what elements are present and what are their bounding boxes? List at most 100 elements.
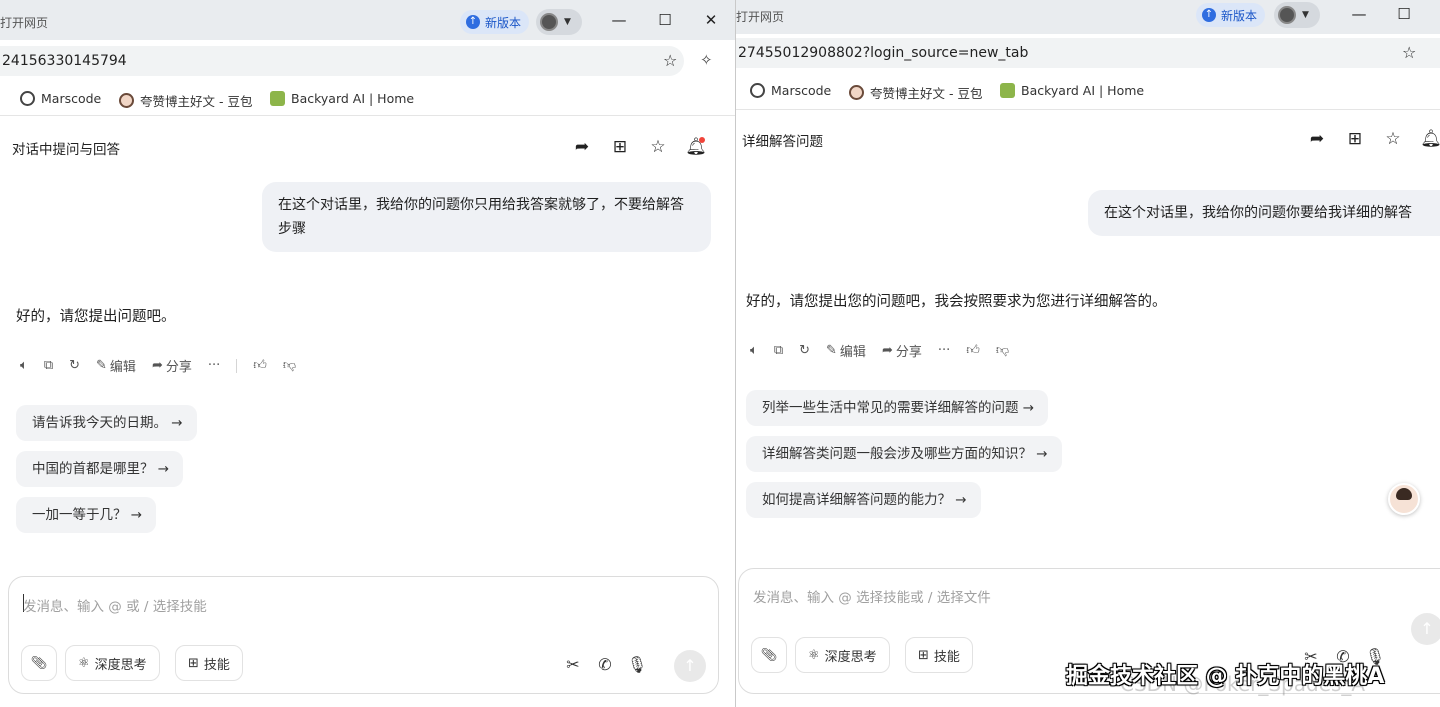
atom-icon: ⚛: [808, 647, 820, 663]
maximize-button[interactable]: ☐: [650, 8, 680, 32]
new-version-button[interactable]: ↑ 新版本: [460, 10, 530, 34]
bookmark-doubao[interactable]: 夸赞博主好文 - 豆包: [119, 91, 252, 110]
bookmark-doubao[interactable]: 夸赞博主好文 - 豆包: [849, 83, 982, 102]
new-chat-icon[interactable]: ⊞: [1336, 129, 1374, 149]
copy-icon[interactable]: ⧉: [44, 358, 53, 373]
chevron-down-icon: ▼: [1302, 10, 1309, 20]
star-icon[interactable]: ☆: [663, 51, 677, 70]
speaker-icon[interactable]: 🔈︎: [750, 343, 758, 358]
url-field[interactable]: 27455012908802?login_source=new_tab: [736, 38, 1440, 68]
backyard-icon: [270, 91, 285, 106]
bell-icon[interactable]: 🔔︎: [677, 137, 715, 157]
arrow-up-icon: ↑: [1420, 619, 1434, 638]
regenerate-icon[interactable]: ↻: [799, 343, 810, 358]
bookmark-marscode[interactable]: Marscode: [750, 83, 831, 98]
address-bar: 27455012908802?login_source=new_tab ☆: [736, 34, 1440, 74]
arrow-up-icon: ↑: [683, 656, 697, 675]
assistant-message: 好的，请您提出您的问题吧，我会按照要求为您进行详细解答的。: [746, 294, 1167, 310]
avatar: [1278, 6, 1296, 24]
copy-icon[interactable]: ⧉: [774, 343, 783, 358]
minimize-button[interactable]: —: [1344, 2, 1374, 26]
suggestion-chip[interactable]: 请告诉我今天的日期。 →: [16, 405, 197, 441]
bell-icon[interactable]: 🔔︎: [1412, 129, 1440, 149]
send-button[interactable]: ↑: [674, 650, 706, 682]
suggestion-chip[interactable]: 中国的首都是哪里？ →: [16, 451, 184, 487]
profile-button[interactable]: ▼: [536, 9, 582, 35]
star-icon[interactable]: ☆: [1402, 43, 1416, 62]
new-version-label: 新版本: [1221, 8, 1258, 23]
minimize-button[interactable]: —: [604, 8, 634, 32]
header-actions: ➦ ⊞ ☆ 🔔︎: [563, 137, 715, 157]
url-field[interactable]: 24156330145794: [0, 46, 684, 76]
window-title: 打开网页: [0, 16, 49, 30]
deep-think-button[interactable]: ⚛ 深度思考: [65, 645, 160, 681]
doubao-icon: [849, 85, 864, 100]
attach-button[interactable]: 📎︎: [21, 645, 57, 681]
thumbs-down-icon[interactable]: 👎︎: [996, 343, 1009, 358]
more-icon[interactable]: ···: [938, 343, 950, 358]
paperclip-icon: 📎︎: [30, 655, 48, 671]
phone-icon[interactable]: ✆: [589, 655, 621, 674]
address-bar: 24156330145794 ☆ ✧: [0, 40, 735, 82]
bookmark-backyard[interactable]: Backyard AI | Home: [1000, 83, 1144, 98]
assistant-avatar[interactable]: [1388, 483, 1420, 515]
conversation-title: 详细解答问题: [742, 134, 823, 150]
left-browser-window: 打开网页 ↑ 新版本 ▼ — ☐ ✕ 24156330145794 ☆ ✧ Ma…: [0, 0, 736, 707]
right-browser-window: 打开网页 ↑ 新版本 ▼ — ☐ 27455012908802?login_so…: [736, 0, 1440, 707]
message-composer[interactable]: 发消息、输入 @ 或 / 选择技能 📎︎ ⚛ 深度思考 ⊞ 技能 ✂ ✆ 🎙︎ ↑: [8, 576, 719, 694]
share-button[interactable]: ➦ 分享: [152, 356, 192, 375]
share-icon: ➦: [881, 343, 893, 358]
message-actions: 🔈︎ ⧉ ↻ ✎ 编辑 ➦ 分享 ··· 👍︎ 👎︎: [750, 341, 1025, 360]
user-message: 在这个对话里，我给你的问题你要给我详细的解答: [1088, 190, 1440, 236]
share-icon[interactable]: ➦: [1298, 129, 1336, 149]
profile-button[interactable]: ▼: [1274, 2, 1320, 28]
more-icon[interactable]: ···: [208, 358, 220, 373]
composer-placeholder: 发消息、输入 @ 或 / 选择技能: [23, 599, 207, 615]
skills-button[interactable]: ⊞ 技能: [905, 637, 973, 673]
watermark: 掘金技术社区 @ 扑克中的黑桃A: [1066, 664, 1385, 689]
thumbs-up-icon[interactable]: 👍︎: [966, 343, 980, 358]
thumbs-up-icon[interactable]: 👍︎: [253, 358, 267, 373]
new-version-button[interactable]: ↑ 新版本: [1196, 3, 1266, 27]
maximize-button[interactable]: ☐: [1389, 2, 1419, 26]
edit-button[interactable]: ✎ 编辑: [96, 356, 136, 375]
suggestion-chip[interactable]: 列举一些生活中常见的需要详细解答的问题 →: [746, 390, 1049, 426]
paperclip-icon: 📎︎: [760, 647, 778, 663]
grid-icon: ⊞: [188, 655, 199, 671]
notification-dot: [699, 137, 705, 143]
send-button[interactable]: ↑: [1411, 613, 1440, 645]
star-icon[interactable]: ☆: [639, 137, 677, 157]
pencil-icon: ✎: [826, 343, 837, 358]
conversation-title: 对话中提问与回答: [12, 142, 120, 158]
message-actions: 🔈︎ ⧉ ↻ ✎ 编辑 ➦ 分享 ··· 👍︎ 👎︎: [20, 356, 312, 375]
title-bar: 打开网页 ↑ 新版本 ▼ — ☐ ✕: [0, 0, 735, 40]
new-chat-icon[interactable]: ⊞: [601, 137, 639, 157]
suggestion-chip[interactable]: 一加一等于几？ →: [16, 497, 157, 533]
composer-tools: ✂ ✆ 🎙︎: [557, 655, 653, 674]
share-icon[interactable]: ➦: [563, 137, 601, 157]
bookmark-backyard[interactable]: Backyard AI | Home: [270, 91, 414, 106]
suggestion-chip[interactable]: 详细解答类问题一般会涉及哪些方面的知识？ →: [746, 436, 1062, 472]
marscode-icon: [20, 91, 35, 106]
regenerate-icon[interactable]: ↻: [69, 358, 80, 373]
microphone-icon[interactable]: 🎙︎: [621, 655, 653, 674]
suggestion-chip[interactable]: 如何提高详细解答问题的能力？ →: [746, 482, 981, 518]
bookmarks-bar: Marscode 夸赞博主好文 - 豆包 Backyard AI | Home: [736, 74, 1440, 110]
scissors-icon[interactable]: ✂: [557, 655, 589, 674]
star-icon[interactable]: ☆: [1374, 129, 1412, 149]
share-button[interactable]: ➦ 分享: [882, 341, 922, 360]
deep-think-button[interactable]: ⚛ 深度思考: [795, 637, 890, 673]
arrow-up-icon: ↑: [466, 15, 480, 29]
edit-button[interactable]: ✎ 编辑: [826, 341, 866, 360]
pencil-icon: ✎: [96, 358, 107, 373]
skills-button[interactable]: ⊞ 技能: [175, 645, 243, 681]
window-title: 打开网页: [736, 10, 785, 24]
close-button[interactable]: ✕: [696, 8, 726, 32]
thumbs-down-icon[interactable]: 👎︎: [283, 358, 296, 373]
speaker-icon[interactable]: 🔈︎: [20, 358, 28, 373]
bookmark-marscode[interactable]: Marscode: [20, 91, 101, 106]
extensions-icon[interactable]: ✧: [700, 51, 713, 69]
header-actions: ➦ ⊞ ☆ 🔔︎: [1298, 129, 1440, 149]
backyard-icon: [1000, 83, 1015, 98]
attach-button[interactable]: 📎︎: [751, 637, 787, 673]
